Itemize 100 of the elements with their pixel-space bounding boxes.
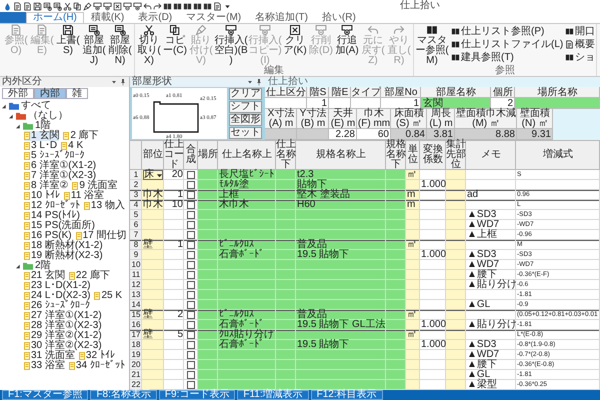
function-key-button[interactable]: F9:コード表示 [158,390,236,400]
tray-plus-icon[interactable] [93,2,102,10]
shape-button[interactable]: クリア [229,88,262,100]
tree-item[interactable]: 34 ｸﾛｰｾﾞｯﾄ [68,361,125,371]
column-header[interactable]: 仕上名称下 [276,140,296,170]
checkbox[interactable] [187,251,195,259]
function-key-button[interactable]: F8:名称表示 [90,390,157,400]
ribbon-small-button[interactable]: 建具参照(T) [451,52,564,63]
tree-item[interactable]: 23 L･D(X1-2) [24,281,90,291]
checkbox[interactable] [187,211,195,219]
checkbox[interactable] [187,171,195,179]
ribbon-button[interactable]: 切り取り(X) [136,24,162,66]
ribbon-button[interactable]: 行挿入(空白)(B) [214,24,248,66]
tree-item[interactable]: 22 廊下 [68,271,110,281]
form-field[interactable] [297,129,329,140]
x-box-icon[interactable] [113,2,122,10]
column-header[interactable]: 場所 [198,140,218,170]
form-field[interactable]: 9.31 [517,129,553,140]
form-field[interactable] [515,98,600,109]
document-icon[interactable] [13,2,22,10]
tree-item[interactable]: 16 PS(K) [24,231,72,241]
tray-minus-icon[interactable] [123,2,132,10]
tray-plus-icon[interactable] [133,2,142,10]
form-field[interactable]: 8.88 [455,129,517,140]
tree-item[interactable]: 8 洋室② [24,181,68,191]
column-header[interactable]: 規格名称下 [386,140,406,170]
form-field[interactable]: 0.84 [391,129,427,140]
tree-item[interactable]: 29 洋室②(X1-2) [24,331,102,341]
ribbon-tab[interactable]: ホーム(H) [26,12,84,23]
tree-item[interactable]: 13 物入 [84,201,125,211]
checkbox[interactable] [187,291,195,299]
scissors-icon[interactable] [63,2,72,10]
ribbon-tab[interactable]: 名称追加(T) [248,12,315,23]
function-key-button[interactable]: F12:科目表示 [310,390,383,400]
expander-icon[interactable] [16,264,21,268]
checkbox[interactable] [187,301,195,309]
tree-item[interactable]: 19 断熱材(X2-3) [24,251,103,261]
form-field[interactable]: 1 [381,98,421,109]
shape-button[interactable]: シフト [229,101,262,113]
ribbon-tab[interactable]: マスター(M) [179,12,248,23]
checkbox[interactable] [187,241,195,249]
tree-item[interactable]: 6 洋室①(X1-2) [24,161,96,171]
tree-item[interactable]: 10 ﾄｲﾚ [24,191,60,201]
column-header[interactable]: 規格名称上 [296,140,386,170]
ribbon-button[interactable]: 部屋削除(N) [107,24,133,66]
form-field[interactable] [265,129,297,140]
list-plus-icon[interactable] [43,2,52,10]
tree-item[interactable]: （なし） [2,111,127,121]
tree-item[interactable]: 1階 [2,121,127,131]
form-field[interactable] [329,98,351,109]
book-icon[interactable] [163,2,172,10]
pin-icon[interactable] [255,78,263,86]
tree-item[interactable]: 24 L･D(X2-3) [24,291,90,301]
form-field[interactable]: 1 [307,98,329,109]
checkbox[interactable] [187,341,195,349]
column-header[interactable]: 仕上コード [164,140,184,170]
checkbox[interactable] [187,321,195,329]
tree-item[interactable]: 9 洗面室 [72,181,118,191]
checkbox[interactable] [187,231,195,239]
ribbon-small-button[interactable]: 仕上リストファイル(L) [451,39,564,50]
undo-icon[interactable] [143,2,152,10]
tree-item[interactable]: 33 浴室 [24,361,65,371]
column-header[interactable]: 増減式 [516,140,600,170]
checkbox[interactable] [187,281,195,289]
function-key-button[interactable]: F11:増減表示 [237,390,309,400]
checkbox[interactable] [187,221,195,229]
tree-item[interactable]: 3 L･D [24,141,58,151]
tree-item[interactable]: 4 K [61,141,84,151]
tree-item[interactable]: 31 洗面室 [24,351,75,361]
tray-plus-icon[interactable] [103,2,112,10]
ribbon-button[interactable]: 部屋追加(J) [81,24,107,66]
column-header[interactable]: 部位 [142,140,164,170]
form-field[interactable]: 60 [357,129,391,140]
checkbox[interactable] [187,371,195,379]
form-field[interactable] [351,98,381,109]
shape-button[interactable]: 全図形 [229,114,262,126]
checkbox[interactable] [187,201,195,209]
tree-item[interactable]: すべて [2,101,127,111]
tree-item[interactable]: 2階 [2,261,127,271]
tree-item[interactable]: 11 浴室 [64,191,104,201]
column-header[interactable]: 変換係数 [420,140,446,170]
document-icon[interactable] [213,2,222,10]
tree-item[interactable]: 25 K [94,291,122,301]
tree-item[interactable]: 32 ﾄｲﾚ [78,351,115,361]
tree-item[interactable]: 5 ｼｭｰｽﾞｸﾛｰｸ [24,151,84,161]
ribbon-button[interactable]: 行追加(A) [334,24,360,56]
tree-item[interactable]: 21 玄関 [24,271,65,281]
tab[interactable]: 雑 [66,88,88,99]
column-header[interactable]: 集計先部位 [446,140,466,170]
form-field[interactable]: 3.81 [427,129,455,140]
tree-item[interactable]: 15 PS(洗面所) [24,221,95,231]
book-icon[interactable] [183,2,192,10]
tree-item[interactable]: 1 玄関 [24,131,60,141]
checkbox[interactable] [187,261,195,269]
book-icon[interactable] [203,2,212,10]
checkbox[interactable] [187,361,195,369]
ribbon-tab[interactable]: 積載(K) [84,12,132,23]
tree-item[interactable]: 26 ｼｭｰｽﾞｸﾛｰｸ [24,301,90,311]
column-header[interactable]: 仕上名称上 [218,140,276,170]
ribbon-button[interactable]: コピー(C) [162,24,188,56]
